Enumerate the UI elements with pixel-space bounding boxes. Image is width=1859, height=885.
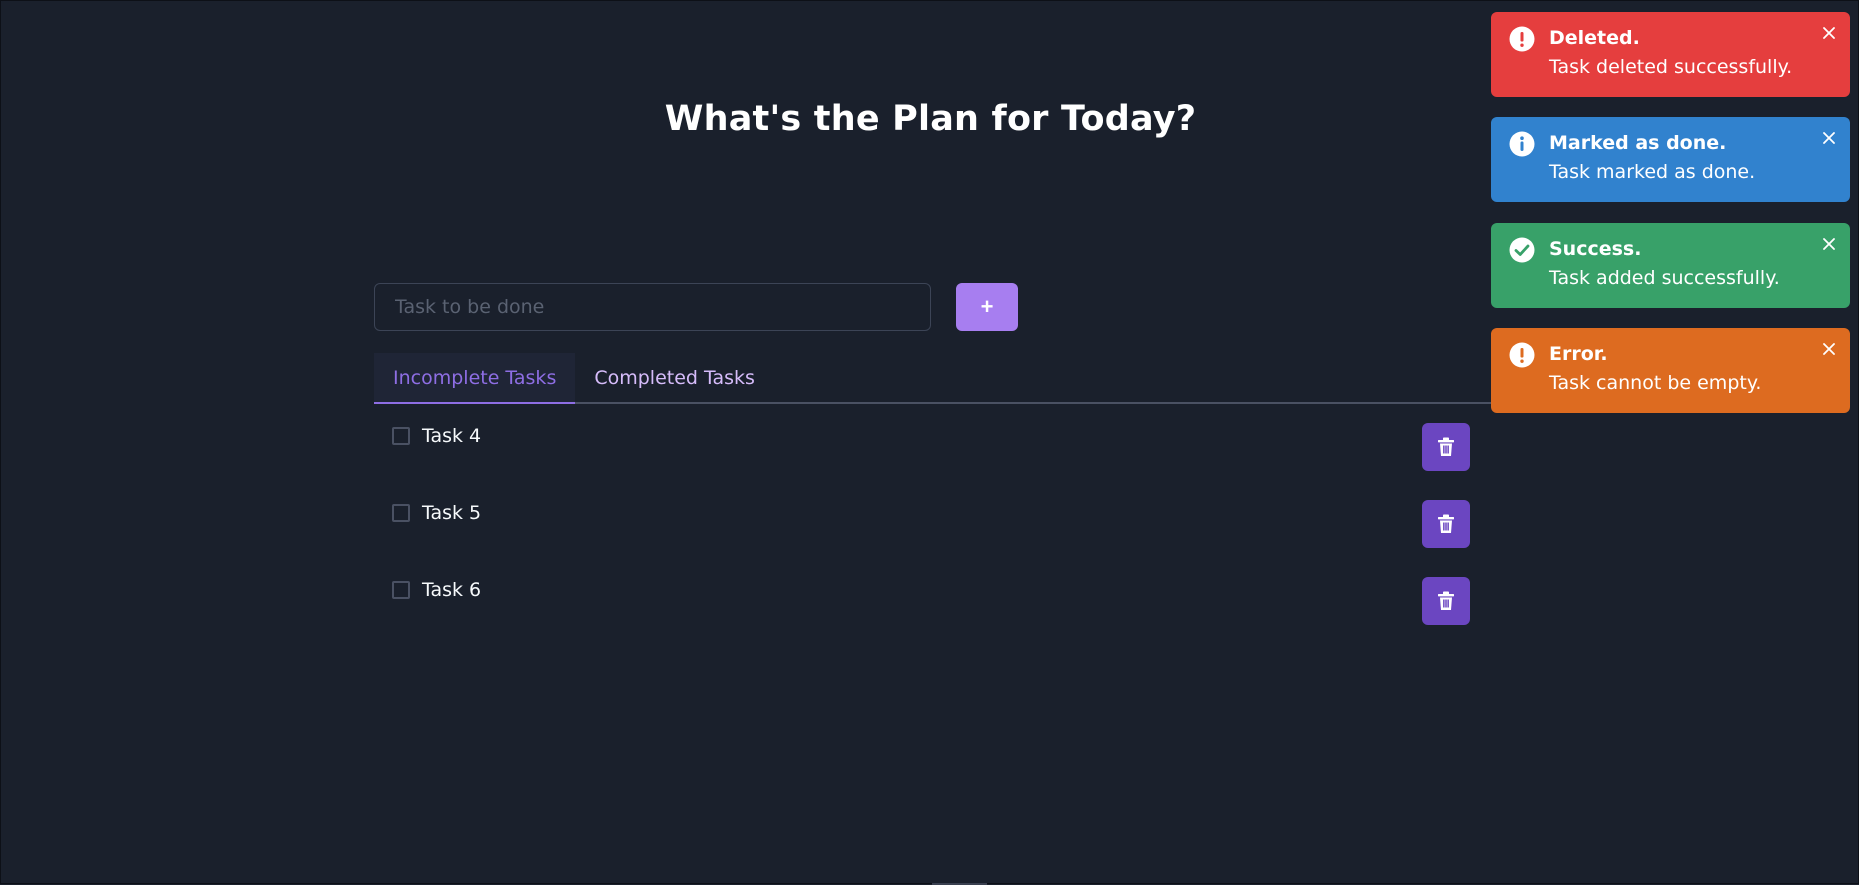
task-row: Task 5 bbox=[374, 500, 1471, 577]
task-tabs: Incomplete Tasks Completed Tasks bbox=[374, 353, 1491, 404]
toast-title: Deleted. bbox=[1549, 27, 1640, 49]
task-label: Task 5 bbox=[422, 502, 482, 524]
task-row: Task 4 bbox=[374, 423, 1471, 500]
tab-incomplete-tasks[interactable]: Incomplete Tasks bbox=[374, 353, 576, 404]
close-icon[interactable] bbox=[1818, 338, 1840, 360]
trash-icon bbox=[1438, 437, 1454, 456]
tab-completed-tasks[interactable]: Completed Tasks bbox=[575, 353, 774, 402]
task-checkbox[interactable] bbox=[392, 581, 410, 599]
info-circle-icon bbox=[1509, 131, 1535, 157]
trash-icon bbox=[1438, 514, 1454, 533]
delete-task-button[interactable] bbox=[1422, 577, 1470, 625]
task-row: Task 6 bbox=[374, 577, 1471, 654]
icon-fill-3 bbox=[1520, 359, 1524, 363]
toast-title: Error. bbox=[1549, 343, 1608, 365]
toast-description: Task added successfully. bbox=[1549, 267, 1780, 289]
toast-description: Task marked as done. bbox=[1549, 161, 1756, 183]
trash-icon bbox=[1438, 591, 1454, 610]
icon-fill-1 bbox=[1520, 136, 1524, 140]
close-icon[interactable] bbox=[1818, 127, 1840, 149]
close-icon[interactable] bbox=[1818, 22, 1840, 44]
add-task-button[interactable]: + bbox=[956, 283, 1018, 331]
toast-description: Task deleted successfully. bbox=[1549, 56, 1793, 78]
toast-success: Success. Task added successfully. bbox=[1491, 223, 1850, 308]
delete-task-button[interactable] bbox=[1422, 500, 1470, 548]
task-checkbox[interactable] bbox=[392, 504, 410, 522]
check-circle-icon bbox=[1509, 237, 1535, 263]
close-icon[interactable] bbox=[1818, 233, 1840, 255]
toast-title: Success. bbox=[1549, 238, 1642, 260]
toast-description: Task cannot be empty. bbox=[1549, 372, 1762, 394]
task-list: Task 4 Task 5 Task 6 bbox=[374, 423, 1471, 654]
toast-deleted: Deleted. Task deleted successfully. bbox=[1491, 12, 1850, 97]
warning-circle-icon bbox=[1509, 342, 1535, 368]
task-label: Task 6 bbox=[422, 579, 482, 601]
icon-fill-0 bbox=[1520, 32, 1524, 42]
toast-error: Error. Task cannot be empty. bbox=[1491, 328, 1850, 413]
warning-circle-icon bbox=[1509, 26, 1535, 52]
task-checkbox[interactable] bbox=[392, 427, 410, 445]
task-label: Task 4 bbox=[422, 425, 482, 447]
icon-fill-3 bbox=[1520, 348, 1524, 358]
toast-title: Marked as done. bbox=[1549, 132, 1727, 154]
icon-fill-0 bbox=[1520, 43, 1524, 47]
icon-fill-1 bbox=[1520, 141, 1524, 151]
task-input[interactable] bbox=[374, 283, 931, 331]
delete-task-button[interactable] bbox=[1422, 423, 1470, 471]
toast-marked-done: Marked as done. Task marked as done. bbox=[1491, 117, 1850, 202]
